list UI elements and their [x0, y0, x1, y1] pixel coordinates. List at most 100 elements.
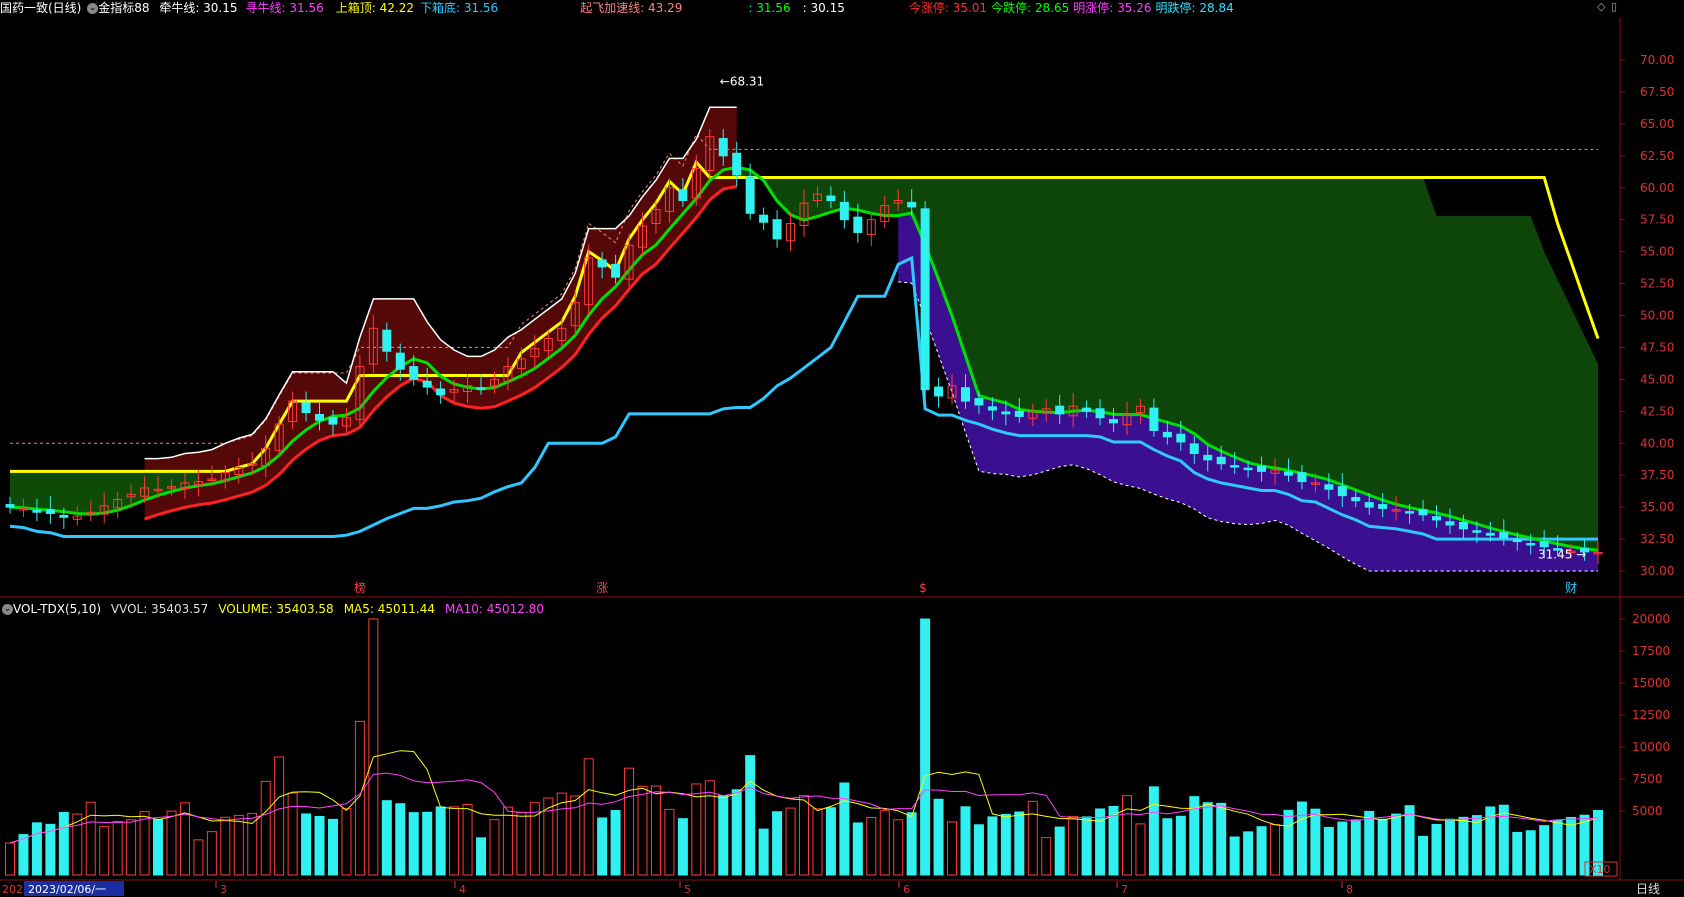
candle-body	[1014, 410, 1024, 417]
volume-axis-label: 10000	[1632, 740, 1670, 754]
volume-bar	[408, 812, 419, 876]
volume-bar	[1202, 802, 1213, 876]
volume-bar	[435, 806, 446, 876]
volume-bar	[1041, 837, 1052, 876]
volume-bar	[947, 821, 958, 876]
volume-bar	[960, 806, 971, 876]
volume-bar	[1283, 809, 1294, 876]
volume-bar	[99, 825, 110, 876]
candle-body	[436, 388, 446, 396]
candle-body	[1283, 471, 1293, 476]
volume-bar	[126, 819, 137, 876]
volume-bar	[1566, 816, 1577, 876]
price-axis-label: 60.00	[1640, 181, 1674, 195]
volume-bar	[1243, 831, 1254, 876]
volume-bar	[933, 798, 944, 876]
candle-body	[772, 219, 782, 240]
candle-body	[1458, 521, 1468, 530]
volume-bar	[1135, 823, 1146, 876]
candle-body	[409, 366, 419, 380]
volume-bar	[1095, 808, 1106, 876]
volume-bar	[1310, 808, 1321, 876]
candle-body	[611, 263, 621, 278]
price-axis-label: 30.00	[1640, 564, 1674, 578]
candle-body	[960, 387, 970, 402]
volume-bar	[368, 618, 379, 876]
volume-bar	[1404, 805, 1415, 876]
volume-bar	[1000, 813, 1011, 876]
volume-axis-label: 20000	[1632, 612, 1670, 626]
candle-body	[1324, 484, 1334, 490]
volume-bar	[1054, 826, 1065, 876]
volume-bar	[395, 803, 406, 876]
candle-body	[1162, 431, 1172, 438]
candle-body	[987, 406, 997, 411]
volume-bar	[1391, 813, 1402, 876]
chart-canvas[interactable]: 70.00 67.50 65.00 62.50 60.00 57.50 55.00 52.50…	[0, 0, 1684, 897]
price-axis-label: 52.50	[1640, 277, 1674, 291]
volume-axis-label: 7500	[1632, 772, 1663, 786]
volume-bar	[112, 820, 123, 876]
volume-bar	[1350, 819, 1361, 876]
volume-bar	[1539, 825, 1550, 876]
rally-region-fill	[144, 107, 737, 520]
volume-bar	[1175, 815, 1186, 876]
volume-bar	[610, 810, 621, 876]
volume-bar	[153, 818, 164, 876]
volume-bar	[462, 803, 473, 876]
volume-bar	[1418, 835, 1429, 876]
volume-bar	[1444, 818, 1455, 876]
candle-body	[1297, 472, 1307, 483]
volume-bar	[220, 816, 231, 876]
volume-bar	[1471, 815, 1482, 876]
peak-price-label: ←68.31	[720, 75, 764, 89]
candle-body	[745, 176, 755, 214]
price-axis-label: 35.00	[1640, 500, 1674, 514]
volume-bar	[422, 811, 433, 876]
price-axis-label: 45.00	[1640, 372, 1674, 386]
candle-body	[1082, 407, 1092, 412]
volume-bar	[987, 816, 998, 876]
candle-body	[1485, 532, 1495, 536]
candle-body	[59, 514, 69, 518]
rally-top-line	[144, 106, 737, 460]
candle-body	[395, 352, 405, 370]
volume-bar	[893, 819, 904, 876]
volume-bar	[637, 785, 648, 876]
volume-axis-label: 15000	[1632, 676, 1670, 690]
month-label: 4	[459, 883, 466, 896]
candle-body	[1109, 419, 1119, 424]
candle-body	[1378, 504, 1388, 509]
volume-bar	[1498, 804, 1509, 876]
volume-bar	[139, 811, 150, 876]
volume-bar	[206, 831, 217, 876]
candle-body	[382, 329, 392, 352]
candle-body	[5, 504, 15, 508]
price-axis-label: 70.00	[1640, 53, 1674, 67]
volume-bar	[489, 819, 500, 876]
candle-body	[1001, 411, 1011, 415]
signal-marker: 财	[1565, 581, 1577, 595]
price-axis-label: 50.00	[1640, 309, 1674, 323]
volume-bar	[758, 828, 769, 876]
price-axis-label: 67.50	[1640, 85, 1674, 99]
volume-axis-label: 12500	[1632, 708, 1670, 722]
volume-bar	[260, 780, 271, 876]
candle-body	[732, 152, 742, 176]
candle-body	[1499, 532, 1509, 539]
candle-body	[301, 402, 311, 414]
volume-bar	[785, 807, 796, 876]
candle-body	[1432, 516, 1442, 521]
start-date-label: 2023/02/06/一	[28, 883, 106, 896]
candle-body	[422, 380, 432, 388]
month-label: 5	[684, 883, 691, 896]
volume-bar	[839, 782, 850, 876]
volume-bar	[1377, 818, 1388, 876]
volume-bar	[327, 818, 338, 876]
volume-axis-label: 17500	[1632, 644, 1670, 658]
volume-bar	[5, 842, 15, 876]
price-axis-label: 65.00	[1640, 117, 1674, 131]
candle-body	[678, 189, 688, 202]
volume-bar	[1068, 815, 1079, 876]
volume-bar	[476, 837, 487, 876]
